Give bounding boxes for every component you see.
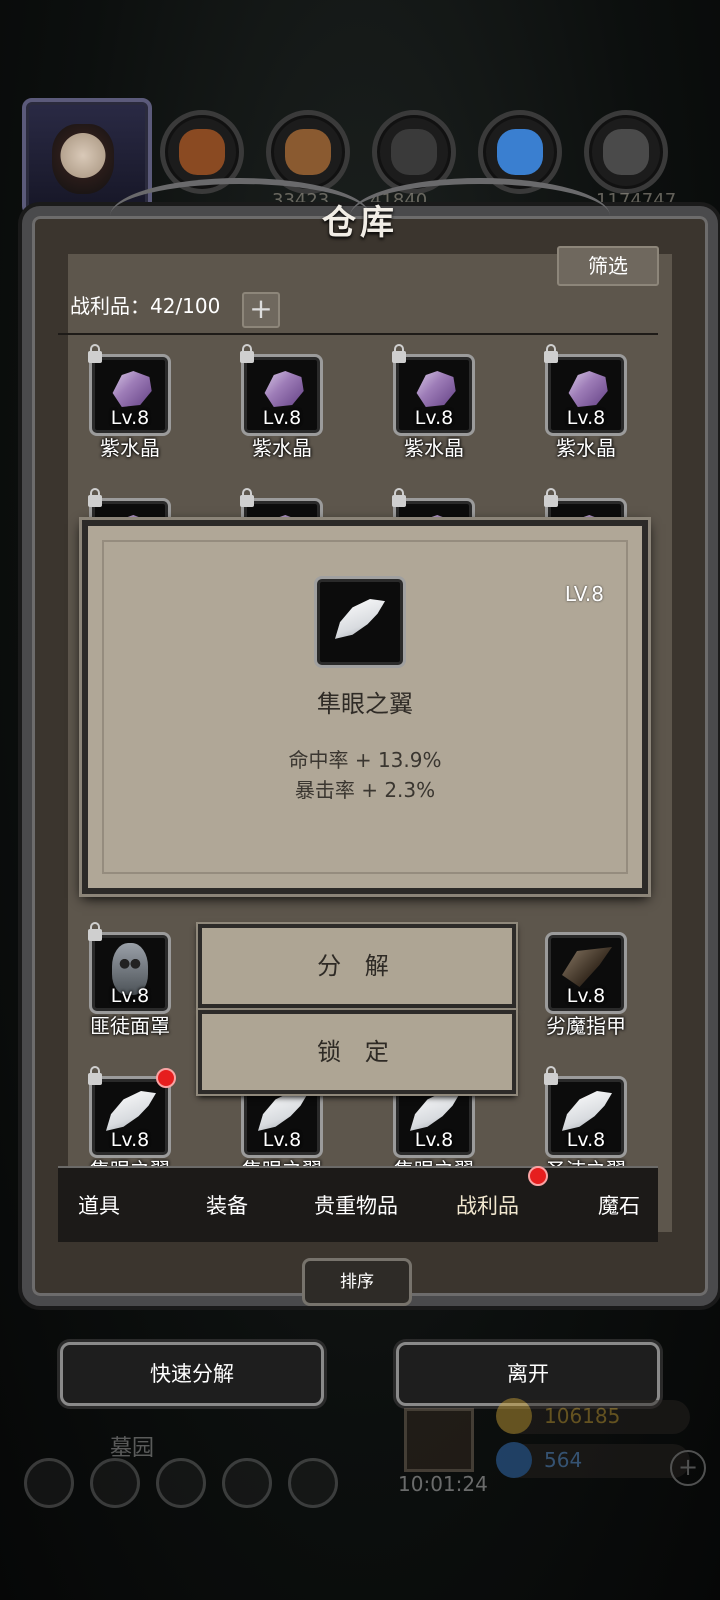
menu-icon: [90, 1458, 140, 1508]
inventory-count: 战利品：42/100: [70, 294, 221, 318]
quick-decompose-button[interactable]: 快速分解: [60, 1342, 324, 1406]
lock-icon: [544, 344, 558, 363]
tab-loot-badge: [528, 1166, 548, 1186]
lock-icon: [544, 488, 558, 507]
header-divider: [58, 333, 658, 335]
menu-icon: [24, 1458, 74, 1508]
mail-icon: [222, 1458, 272, 1508]
lock-icon: [544, 1066, 558, 1085]
amethyst-icon: [264, 371, 304, 407]
item-name: 匪徒面罩: [90, 1014, 170, 1038]
item-name: 紫水晶: [404, 436, 464, 460]
tooltip-item-slot: [314, 576, 406, 668]
tooltip-item-name: 隼眼之翼: [317, 690, 413, 718]
inventory-item[interactable]: Lv.8 紫水晶: [240, 344, 324, 461]
item-level: Lv.8: [566, 407, 606, 429]
decompose-button[interactable]: 分 解: [198, 924, 516, 1008]
tooltip-level: LV.8: [564, 582, 604, 606]
item-name: 劣魔指甲: [546, 1014, 626, 1038]
item-tooltip: LV.8 隼眼之翼 命中率 + 13.9% 暴击率 + 2.3%: [82, 520, 648, 894]
lock-icon: [392, 344, 406, 363]
wing-icon: [562, 1091, 612, 1131]
wing-icon: [335, 599, 385, 639]
stone-resource-icon: [584, 110, 668, 194]
wing-icon: [410, 1091, 460, 1131]
resource-bar: 33423 41840 1174747: [0, 90, 720, 216]
gem-icon: [496, 1442, 532, 1478]
item-name: 紫水晶: [100, 436, 160, 460]
inventory-item[interactable]: Lv.8 紫水晶: [88, 344, 172, 461]
avatar-portrait: [52, 124, 114, 194]
gold-coin-icon: [496, 1398, 532, 1434]
tab-valuables[interactable]: 贵重物品: [314, 1190, 398, 1220]
tab-items[interactable]: 道具: [78, 1190, 120, 1220]
lock-icon: [88, 1066, 102, 1085]
inventory-item[interactable]: Lv.8 紫水晶: [392, 344, 476, 461]
item-level: Lv.8: [110, 1129, 150, 1151]
tab-equipment[interactable]: 装备: [206, 1190, 248, 1220]
gift-timer: 10:01:24: [398, 1472, 488, 1496]
menu-icon: [156, 1458, 206, 1508]
lock-button[interactable]: 锁 定: [198, 1010, 516, 1094]
expand-capacity-button[interactable]: +: [242, 292, 280, 328]
sort-button[interactable]: 排序: [302, 1258, 412, 1306]
item-level: Lv.8: [110, 407, 150, 429]
gem-counter: 564: [496, 1442, 690, 1478]
tab-magic-stone[interactable]: 魔石: [598, 1190, 640, 1220]
item-name: 紫水晶: [252, 436, 312, 460]
inventory-item[interactable]: Lv.8 劣魔指甲: [544, 932, 628, 1039]
demon-claw-icon: [562, 947, 612, 987]
item-level: Lv.8: [110, 985, 150, 1007]
new-item-badge: [156, 1068, 176, 1088]
item-level: Lv.8: [566, 1129, 606, 1151]
item-level: Lv.8: [414, 407, 454, 429]
item-level: Lv.8: [262, 1129, 302, 1151]
amethyst-icon: [112, 371, 152, 407]
inventory-item[interactable]: Lv.8 紫水晶: [544, 344, 628, 461]
amethyst-icon: [568, 371, 608, 407]
page-title: 仓库: [322, 203, 398, 243]
wing-icon: [258, 1091, 308, 1131]
inventory-item[interactable]: Lv.8 匪徒面罩: [88, 922, 172, 1039]
item-level: Lv.8: [414, 1129, 454, 1151]
item-level: Lv.8: [566, 985, 606, 1007]
lock-icon: [392, 488, 406, 507]
lock-icon: [240, 344, 254, 363]
filter-button[interactable]: 筛选: [557, 246, 659, 286]
background-hud: 墓园 10:01:24 106185 564 +: [0, 1398, 720, 1600]
amethyst-icon: [416, 371, 456, 407]
gold-value: 106185: [544, 1404, 621, 1428]
category-tabs: 道具 装备 贵重物品 战利品 魔石: [58, 1166, 658, 1242]
lock-icon: [240, 488, 254, 507]
item-level: Lv.8: [262, 407, 302, 429]
gift-icon: [404, 1408, 474, 1472]
tooltip-stat-hit: 命中率 + 13.9%: [288, 748, 442, 772]
add-gems-icon: +: [670, 1450, 706, 1486]
leave-button[interactable]: 离开: [396, 1342, 660, 1406]
tab-loot[interactable]: 战利品: [456, 1190, 519, 1220]
tooltip-stat-crit: 暴击率 + 2.3%: [294, 778, 436, 802]
lock-icon: [88, 488, 102, 507]
wing-icon: [106, 1091, 156, 1131]
lock-icon: [88, 344, 102, 363]
gem-value: 564: [544, 1448, 583, 1472]
item-name: 紫水晶: [556, 436, 616, 460]
menu-icon: [288, 1458, 338, 1508]
gold-counter: 106185: [496, 1398, 690, 1434]
lock-icon: [88, 922, 102, 941]
